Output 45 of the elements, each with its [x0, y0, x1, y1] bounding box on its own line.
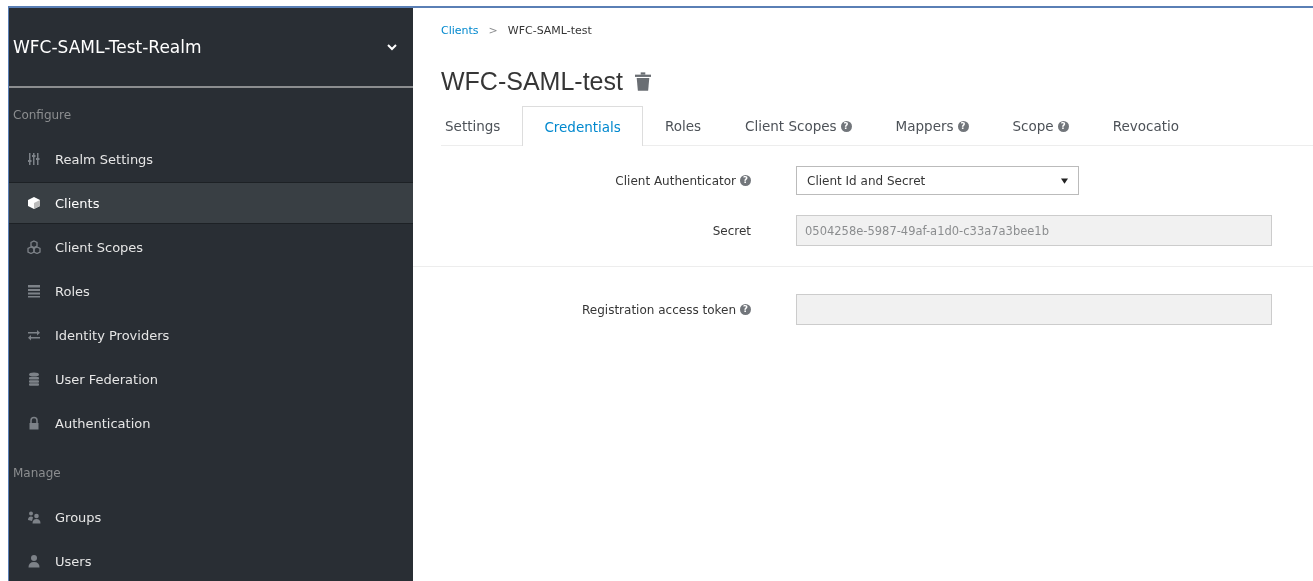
nav-item[interactable]: Realm Settings — [9, 138, 413, 180]
database-icon — [27, 372, 41, 386]
help-icon[interactable]: ? — [1057, 120, 1069, 132]
nav-item[interactable]: Groups — [9, 496, 413, 538]
user-icon — [27, 554, 41, 568]
caret-icon — [1061, 177, 1068, 184]
nav-item[interactable]: Roles — [9, 270, 413, 312]
tab[interactable]: Scope ? — [990, 106, 1091, 145]
select-field[interactable]: Client Id and Secret — [796, 166, 1079, 195]
exchange-icon — [27, 328, 41, 342]
nav-item[interactable]: Clients — [9, 182, 413, 224]
section-heading: Configure — [12, 107, 73, 124]
section-heading: Manage — [12, 465, 62, 482]
tab[interactable]: Revocatio — [1090, 106, 1201, 145]
help-icon[interactable]: ? — [740, 175, 751, 186]
nav-item[interactable]: Authentication — [9, 402, 413, 444]
help-icon[interactable]: ? — [840, 120, 852, 132]
realm-selector[interactable]: WFC-SAML-Test-Realm — [9, 8, 413, 88]
field-label: Registration access token — [582, 302, 736, 317]
chevron-down-icon — [387, 43, 397, 51]
cube-icon — [27, 196, 41, 210]
field-label: Client Authenticator — [615, 173, 736, 188]
lock-icon — [27, 416, 41, 430]
tab[interactable]: Client Scopes ? — [723, 106, 874, 145]
breadcrumb-separator: > — [488, 24, 498, 37]
nav-item[interactable]: User Federation — [9, 358, 413, 400]
nav-item[interactable]: Users — [9, 540, 413, 581]
tab[interactable]: Credentials — [522, 106, 643, 146]
breadcrumb-link[interactable]: Clients — [441, 24, 479, 37]
nav-item[interactable]: Client Scopes — [9, 226, 413, 268]
tab[interactable]: Mappers ? — [873, 106, 991, 145]
page-title: WFC-SAML-test — [441, 67, 623, 96]
tab[interactable]: Roles — [642, 106, 724, 145]
trash-icon[interactable] — [634, 72, 651, 91]
sliders-icon — [27, 152, 41, 166]
nav-item[interactable]: Identity Providers — [9, 314, 413, 356]
breadcrumb-current: WFC-SAML-test — [507, 24, 592, 37]
help-icon[interactable]: ? — [957, 120, 969, 132]
tab[interactable]: Settings — [441, 106, 523, 145]
list-icon — [27, 284, 41, 298]
field-label: Secret — [712, 223, 751, 238]
text-field[interactable] — [796, 294, 1272, 325]
cubes-icon — [27, 240, 41, 254]
users-icon — [27, 510, 41, 524]
help-icon[interactable]: ? — [740, 304, 751, 315]
